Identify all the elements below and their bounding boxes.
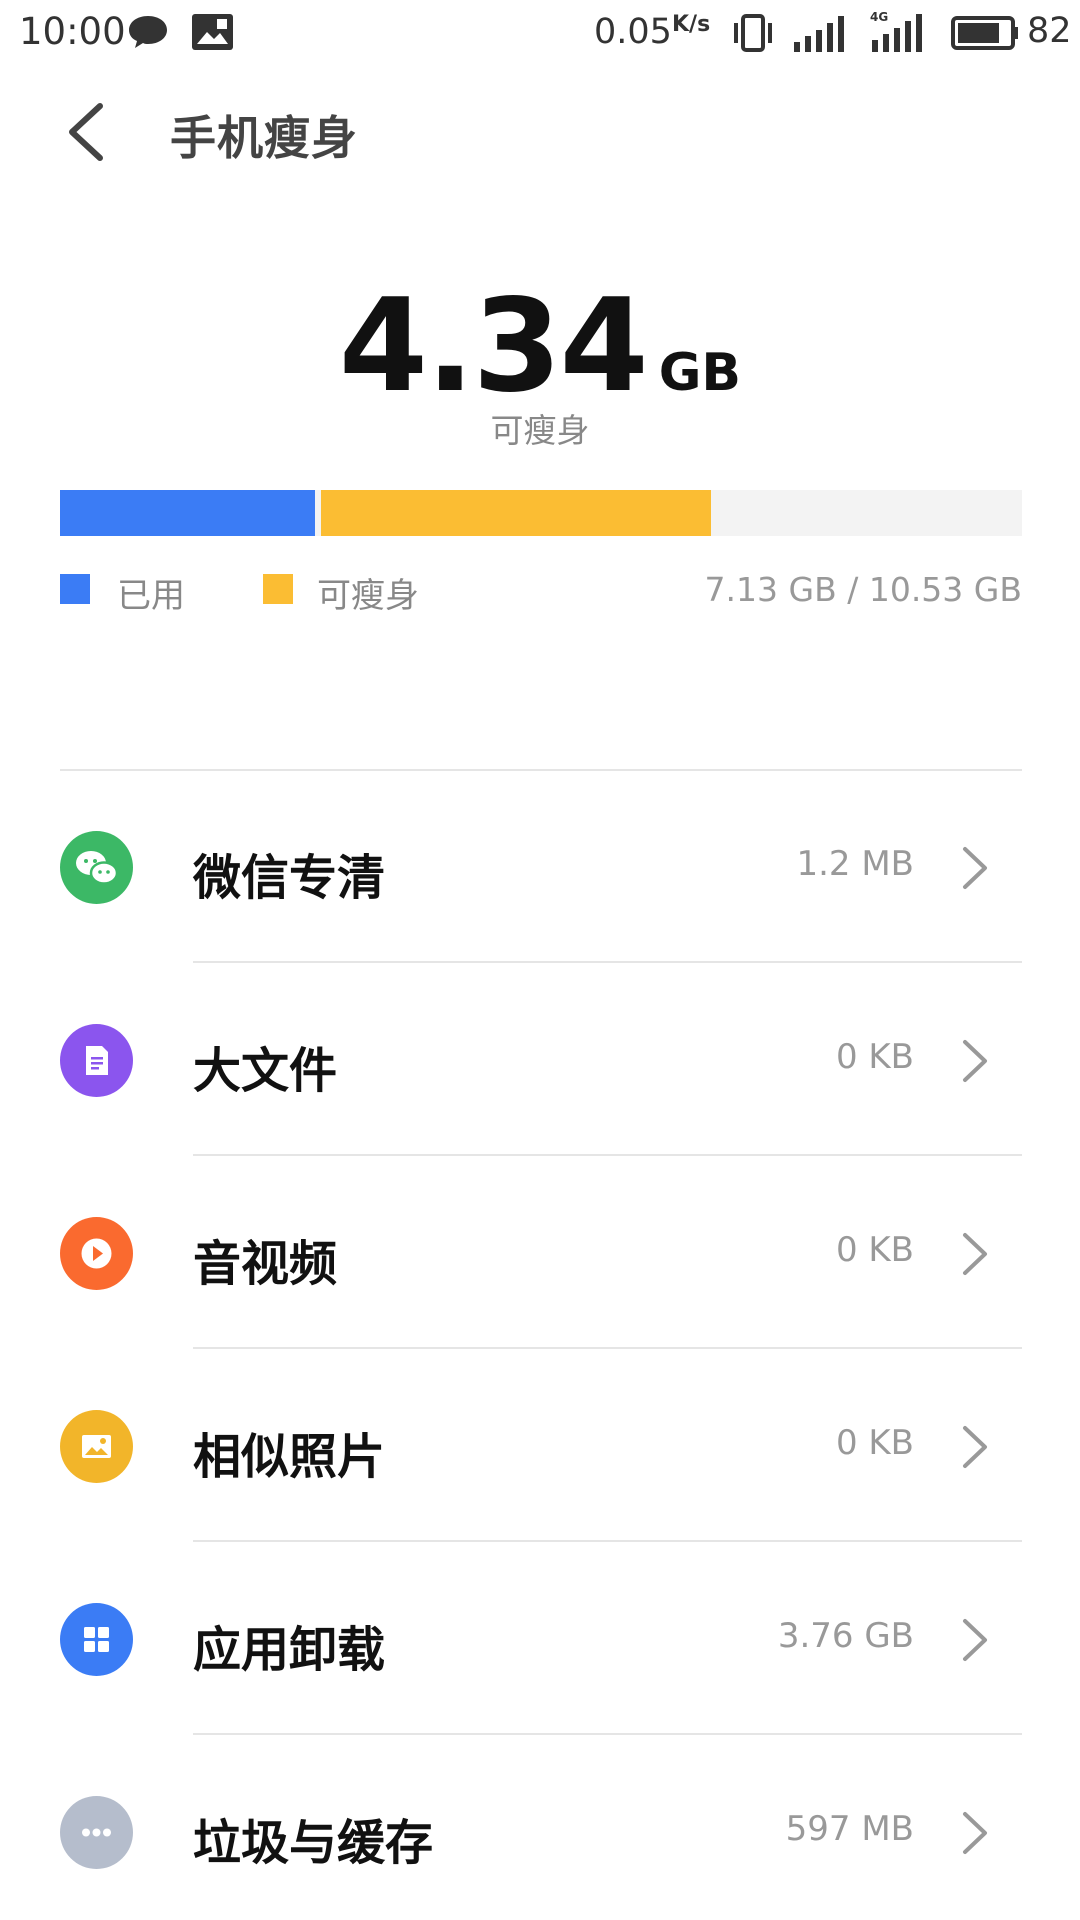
list-item-label: 大文件 xyxy=(193,1043,338,1099)
photo-icon xyxy=(60,1410,133,1483)
chat-icon xyxy=(129,16,167,48)
storage-bar-used xyxy=(60,490,315,536)
list-item-similar-photos[interactable]: 相似照片 0 KB xyxy=(0,1349,1080,1542)
list-item-size: 0 KB xyxy=(835,1230,914,1270)
list-item-label: 相似照片 xyxy=(193,1429,386,1485)
battery-level: 82 xyxy=(1027,11,1072,51)
list-item-size: 1.2 MB xyxy=(796,844,914,884)
more-dots-icon xyxy=(60,1796,133,1869)
svg-text:4G: 4G xyxy=(870,10,888,24)
slimmable-summary: 4.34 GB xyxy=(0,272,1080,421)
list-item-size: 0 KB xyxy=(835,1423,914,1463)
wechat-icon xyxy=(60,831,133,904)
battery-icon xyxy=(951,16,1018,50)
net-speed: 0.05 xyxy=(594,12,672,52)
storage-bar-slimmable xyxy=(321,490,711,536)
list-item-label: 应用卸载 xyxy=(193,1622,386,1678)
gallery-icon xyxy=(192,14,233,50)
legend-slimmable-label: 可瘦身 xyxy=(317,576,419,616)
status-time: 10:00 xyxy=(19,10,126,53)
legend-slimmable-swatch xyxy=(263,574,293,604)
vibrate-icon xyxy=(734,14,772,52)
slimmable-amount: 4.34 xyxy=(338,272,649,421)
legend-used-swatch xyxy=(60,574,90,604)
signal-4g-icon: 4G xyxy=(870,10,922,52)
list-item-size: 0 KB xyxy=(835,1037,914,1077)
chevron-right-icon xyxy=(963,1619,987,1661)
chevron-right-icon xyxy=(963,1426,987,1468)
chevron-right-icon xyxy=(963,1040,987,1082)
list-item-large-files[interactable]: 大文件 0 KB xyxy=(0,963,1080,1156)
list-item-app-uninstall[interactable]: 应用卸载 3.76 GB xyxy=(0,1542,1080,1735)
list-item-size: 3.76 GB xyxy=(777,1616,914,1656)
document-icon xyxy=(60,1024,133,1097)
cleanup-list: 微信专清 1.2 MB 大文件 0 KB 音视频 0 KB 相似照片 0 KB … xyxy=(0,770,1080,1920)
list-item-media[interactable]: 音视频 0 KB xyxy=(0,1156,1080,1349)
status-bar: 10:00 0.05 K/s 4G 82 xyxy=(0,0,1080,66)
chevron-right-icon xyxy=(963,847,987,889)
slimmable-label: 可瘦身 xyxy=(490,411,590,450)
list-item-size: 597 MB xyxy=(785,1809,914,1849)
storage-bar xyxy=(60,490,1022,536)
legend-used-label: 已用 xyxy=(117,576,185,616)
signal-icon xyxy=(794,16,844,52)
list-item-label: 垃圾与缓存 xyxy=(193,1815,434,1871)
list-item-label: 微信专清 xyxy=(193,850,386,906)
chevron-right-icon xyxy=(963,1233,987,1275)
back-button[interactable] xyxy=(60,100,112,164)
chevron-right-icon xyxy=(963,1812,987,1854)
storage-legend: 已用 可瘦身 7.13 GB / 10.53 GB xyxy=(60,566,1022,616)
page-title: 手机瘦身 xyxy=(170,111,358,165)
list-item-junk-cache[interactable]: 垃圾与缓存 597 MB xyxy=(0,1735,1080,1920)
list-item-wechat[interactable]: 微信专清 1.2 MB xyxy=(0,770,1080,963)
net-speed-unit: K/s xyxy=(672,12,711,37)
list-item-label: 音视频 xyxy=(193,1236,338,1292)
slimmable-unit: GB xyxy=(658,343,742,403)
chevron-left-icon xyxy=(69,103,103,161)
storage-total: 7.13 GB / 10.53 GB xyxy=(704,570,1022,609)
apps-grid-icon xyxy=(60,1603,133,1676)
play-icon xyxy=(60,1217,133,1290)
